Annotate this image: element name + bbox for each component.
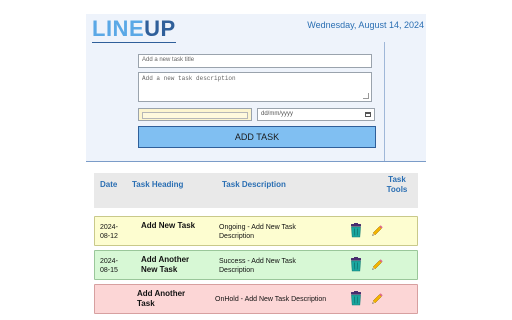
table-header: Date Task Heading Task Description Task T… [94,173,418,208]
task-description-placeholder: Add a new task description [142,75,236,82]
task-row-onhold: Add Another Task OnHold - Add New Task D… [94,284,418,314]
column-header-tools: Task Tools [384,175,410,195]
pencil-icon[interactable] [371,258,384,271]
task-row-success: 2024-08-15 Add Another New Task Success … [94,250,418,280]
logo-part-up: UP [144,16,176,41]
task-row-ongoing: 2024-08-12 Add New Task Ongoing - Add Ne… [94,216,418,246]
logo-underline [92,42,176,43]
task-heading: Add Another Task [137,289,186,308]
task-status-select[interactable] [138,108,252,121]
task-date-input[interactable]: dd/mm/yyyy [257,108,375,121]
app: LINEUP Wednesday, August 14, 2024 Add a … [86,14,426,314]
column-header-tools-line2: Tools [386,185,408,194]
add-task-button[interactable]: ADD TASK [138,126,376,148]
task-description: Ongoing - Add New Task Description [219,224,296,240]
task-date: 2024-08-12 [100,224,118,240]
app-logo: LINEUP [92,16,176,42]
trash-icon[interactable] [350,257,362,272]
task-title-input[interactable]: Add a new task title [138,54,372,68]
trash-icon[interactable] [350,291,362,306]
column-header-tools-line1: Task [388,175,406,184]
calendar-icon[interactable] [365,112,371,117]
task-heading: Add New Task [141,221,196,230]
panel-divider-horizontal [86,161,426,162]
current-date: Wednesday, August 14, 2024 [307,20,424,30]
status-select-inner [142,112,248,119]
task-date: 2024-08-15 [100,258,118,274]
task-description-input[interactable]: Add a new task description [138,72,372,102]
trash-icon[interactable] [350,223,362,238]
task-form-panel: LINEUP Wednesday, August 14, 2024 Add a … [86,14,426,162]
resize-grip-icon[interactable] [363,93,369,99]
pencil-icon[interactable] [371,224,384,237]
logo-part-line: LINE [92,16,145,41]
task-description: Success - Add New Task Description [219,258,296,274]
column-header-date: Date [100,180,118,189]
panel-divider-vertical [384,42,385,162]
column-header-description: Task Description [222,180,286,189]
date-placeholder: dd/mm/yyyy [261,111,294,117]
column-header-heading: Task Heading [132,180,184,189]
pencil-icon[interactable] [371,292,384,305]
task-heading: Add Another New Task [141,255,190,274]
